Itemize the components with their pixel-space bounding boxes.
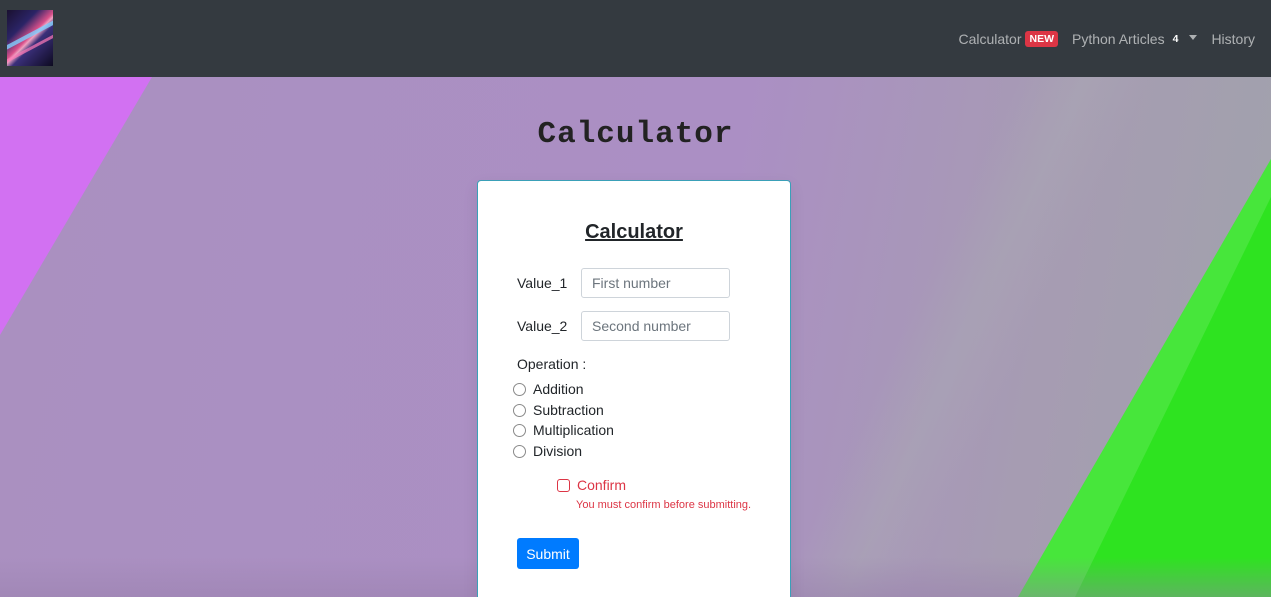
radio-division[interactable]: Division	[513, 443, 582, 459]
radio-button[interactable]	[513, 423, 526, 437]
logo-image[interactable]	[7, 10, 53, 66]
new-badge: NEW	[1025, 30, 1058, 47]
confirm-checkbox-row[interactable]: Confirm	[557, 477, 626, 493]
count-badge: 4	[1172, 32, 1179, 45]
nav-item-calculator[interactable]: Calculator NEW	[958, 30, 1058, 47]
value2-row: Value_2	[517, 311, 730, 341]
radio-button[interactable]	[513, 382, 526, 396]
calculator-form: Calculator Value_1 Value_2 Operation : A…	[477, 180, 791, 597]
pink-accent-shape	[0, 77, 152, 335]
nav-item-label: Calculator	[958, 30, 1022, 47]
radio-multiplication[interactable]: Multiplication	[513, 422, 614, 438]
confirm-checkbox[interactable]	[557, 478, 570, 492]
radio-label: Multiplication	[533, 422, 614, 438]
nav-item-python-articles[interactable]: Python Articles 4	[1071, 30, 1198, 47]
radio-button[interactable]	[513, 444, 526, 458]
value1-input[interactable]	[581, 268, 730, 298]
page-title: Calculator	[537, 117, 734, 152]
nav-links: Calculator NEW Python Articles 4 History	[944, 0, 1255, 77]
value1-row: Value_1	[517, 268, 730, 298]
form-title: Calculator	[585, 221, 683, 243]
confirm-error-message: You must confirm before submitting.	[576, 499, 752, 511]
nav-item-label: History	[1211, 30, 1255, 47]
nav-item-label: Python Articles	[1071, 30, 1165, 47]
submit-button[interactable]: Submit	[517, 538, 579, 569]
value1-label: Value_1	[517, 275, 568, 291]
confirm-label: Confirm	[577, 477, 627, 493]
value2-input[interactable]	[581, 311, 730, 341]
navbar: Calculator NEW Python Articles 4 History	[0, 0, 1271, 77]
radio-label: Addition	[533, 381, 584, 397]
nav-item-history[interactable]: History	[1211, 31, 1255, 47]
operation-label: Operation :	[517, 356, 587, 372]
dropdown-caret-icon[interactable]	[1189, 35, 1198, 40]
radio-addition[interactable]: Addition	[513, 381, 584, 397]
radio-button[interactable]	[513, 403, 526, 417]
radio-label: Subtraction	[533, 402, 604, 418]
value2-label: Value_2	[517, 318, 568, 334]
radio-subtraction[interactable]: Subtraction	[513, 402, 604, 418]
radio-label: Division	[533, 443, 583, 459]
